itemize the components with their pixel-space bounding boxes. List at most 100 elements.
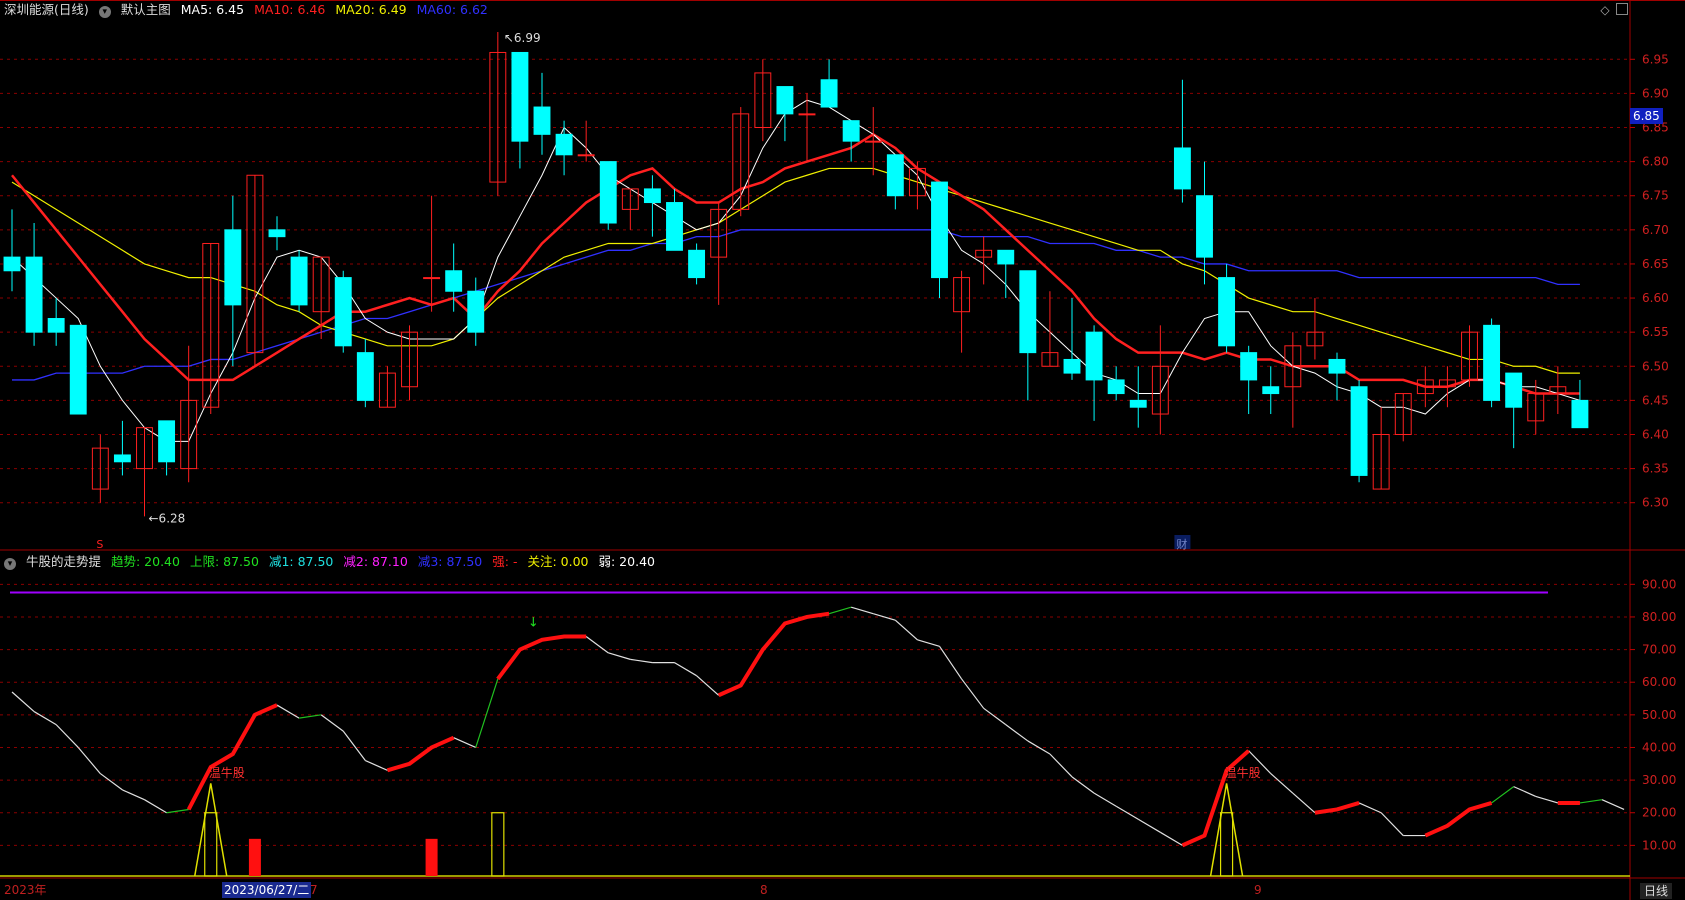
panel-toggle-icon[interactable] bbox=[1616, 3, 1628, 15]
trend-segment bbox=[122, 789, 145, 801]
down-arrow-icon: ↓ bbox=[528, 616, 539, 631]
indicator-tick-label: 70.00 bbox=[1642, 643, 1676, 657]
trend-segment bbox=[1380, 812, 1404, 836]
indicator-item-2: 减1: 87.50 bbox=[268, 554, 334, 569]
month-9-label: 9 bbox=[1254, 883, 1262, 897]
trend-segment bbox=[850, 606, 874, 615]
trend-segment bbox=[99, 773, 123, 791]
strong-bar bbox=[425, 838, 438, 876]
current-price-badge: 6.85 bbox=[1630, 108, 1663, 124]
price-tick-label: 6.45 bbox=[1642, 393, 1669, 407]
indicator-item-4: 减3: 87.50 bbox=[417, 554, 483, 569]
year-label: 2023年 bbox=[4, 883, 47, 897]
candle-body bbox=[1571, 399, 1589, 429]
indicator-tick-label: 80.00 bbox=[1642, 610, 1676, 624]
bull-spike bbox=[194, 783, 228, 877]
candle-body bbox=[47, 318, 65, 333]
indicator-item-6: 关注: 0.00 bbox=[527, 554, 589, 569]
indicator-name[interactable]: 牛股的走势提 bbox=[26, 554, 101, 569]
trend-segment bbox=[983, 707, 1007, 726]
candle-body bbox=[356, 352, 374, 401]
candle-body bbox=[1196, 195, 1213, 258]
candle-body bbox=[798, 113, 816, 116]
bull-stock-label: 温牛股 bbox=[209, 765, 245, 780]
trend-segment bbox=[1579, 799, 1603, 804]
ma5-label: MA5: 6.45 bbox=[180, 2, 245, 17]
trend-strong-segment bbox=[1314, 801, 1360, 815]
trend-segment bbox=[1270, 773, 1294, 794]
template-label[interactable]: 默认主图 bbox=[121, 2, 171, 17]
indicator-tick-label: 20.00 bbox=[1642, 806, 1676, 820]
high-price-label: ↖6.99 bbox=[504, 31, 541, 45]
indicator-chevron-icon[interactable]: ▾ bbox=[4, 558, 16, 570]
trend-segment bbox=[1071, 776, 1095, 794]
indicator-item-7: 弱: 20.40 bbox=[598, 554, 655, 569]
price-tick-label: 6.65 bbox=[1642, 257, 1669, 271]
trend-segment bbox=[939, 645, 963, 680]
candle-body bbox=[931, 181, 948, 279]
attention-bar bbox=[204, 812, 218, 877]
candle-body bbox=[113, 454, 131, 463]
trend-segment bbox=[828, 606, 852, 615]
collapse-chevron-icon[interactable]: ▾ bbox=[98, 6, 111, 18]
cursor-date-label: 2023/06/27/二 bbox=[222, 882, 312, 898]
price-tick-label: 6.95 bbox=[1642, 52, 1669, 66]
candle-body bbox=[334, 277, 352, 347]
price-tick-label: 6.80 bbox=[1642, 155, 1669, 169]
indicator-item-3: 减2: 87.10 bbox=[343, 554, 408, 569]
trend-segment bbox=[365, 759, 388, 771]
indicator-tick-label: 90.00 bbox=[1642, 577, 1676, 591]
trend-strong-segment bbox=[717, 611, 830, 698]
candle-body bbox=[268, 229, 286, 238]
grid-layer bbox=[0, 0, 1685, 900]
price-tick-label: 6.40 bbox=[1642, 427, 1669, 441]
trend-segment bbox=[1049, 753, 1073, 778]
trend-segment bbox=[342, 730, 366, 761]
candle-body bbox=[467, 290, 485, 333]
indicator-tick-label: 40.00 bbox=[1642, 740, 1676, 754]
candle-body bbox=[886, 154, 904, 197]
candle-body bbox=[423, 277, 441, 280]
indicator-tick-label: 60.00 bbox=[1642, 675, 1676, 689]
trend-strong-segment bbox=[1424, 801, 1493, 838]
candle-body bbox=[577, 154, 595, 157]
trend-segment bbox=[894, 619, 918, 641]
candle-body bbox=[533, 106, 551, 135]
diamond-icon[interactable]: ◇ bbox=[1598, 3, 1612, 17]
candle-body bbox=[997, 249, 1015, 265]
candle-body bbox=[1328, 358, 1346, 374]
candle-body bbox=[1505, 372, 1523, 408]
candle-body bbox=[1107, 379, 1125, 395]
chart-canvas[interactable]: 温牛股 温牛股 ↓ 6.95 6.90 6.85 6.80 6.75 6.70 6.65 6.60… bbox=[0, 0, 1685, 900]
trend-segment bbox=[630, 658, 653, 664]
candle-body bbox=[1218, 277, 1236, 347]
candle-body bbox=[1019, 270, 1037, 354]
month-8-label: 8 bbox=[760, 883, 768, 897]
strong-bar bbox=[248, 838, 261, 876]
period-tab[interactable]: 日线 bbox=[1640, 883, 1673, 899]
price-tick-label: 6.35 bbox=[1642, 462, 1669, 476]
ma20-label: MA20: 6.49 bbox=[335, 2, 407, 17]
indicator-layer: 温牛股 温牛股 ↓ bbox=[0, 591, 1630, 877]
candle-body bbox=[224, 229, 242, 306]
trend-segment bbox=[585, 636, 609, 654]
ma10-label: MA10: 6.46 bbox=[254, 2, 326, 17]
candle-body bbox=[445, 270, 463, 292]
indicator-tick-label: 30.00 bbox=[1642, 773, 1676, 787]
price-tick-label: 6.50 bbox=[1642, 359, 1669, 373]
trend-segment bbox=[1160, 831, 1183, 846]
trend-segment bbox=[1093, 792, 1117, 807]
main-chart-header: 深圳能源(日线) ▾ 默认主图 MA5: 6.45 MA10: 6.46 MA2… bbox=[4, 0, 494, 20]
indicator-header: ▾ 牛股的走势提 趋势: 20.40 上限: 87.50 减1: 87.50 减2: … bbox=[4, 552, 671, 572]
trend-segment bbox=[33, 711, 57, 726]
trend-strong-segment bbox=[386, 735, 455, 773]
trend-segment bbox=[1292, 792, 1316, 814]
candle-body bbox=[555, 133, 573, 156]
trend-segment bbox=[1005, 724, 1029, 742]
trend-segment bbox=[917, 639, 940, 647]
candle-body bbox=[158, 420, 176, 463]
candle-body bbox=[666, 202, 683, 251]
candle-body bbox=[1240, 352, 1258, 381]
low-price-label: ←6.28 bbox=[149, 511, 186, 525]
month-7-label: 7 bbox=[310, 883, 318, 897]
